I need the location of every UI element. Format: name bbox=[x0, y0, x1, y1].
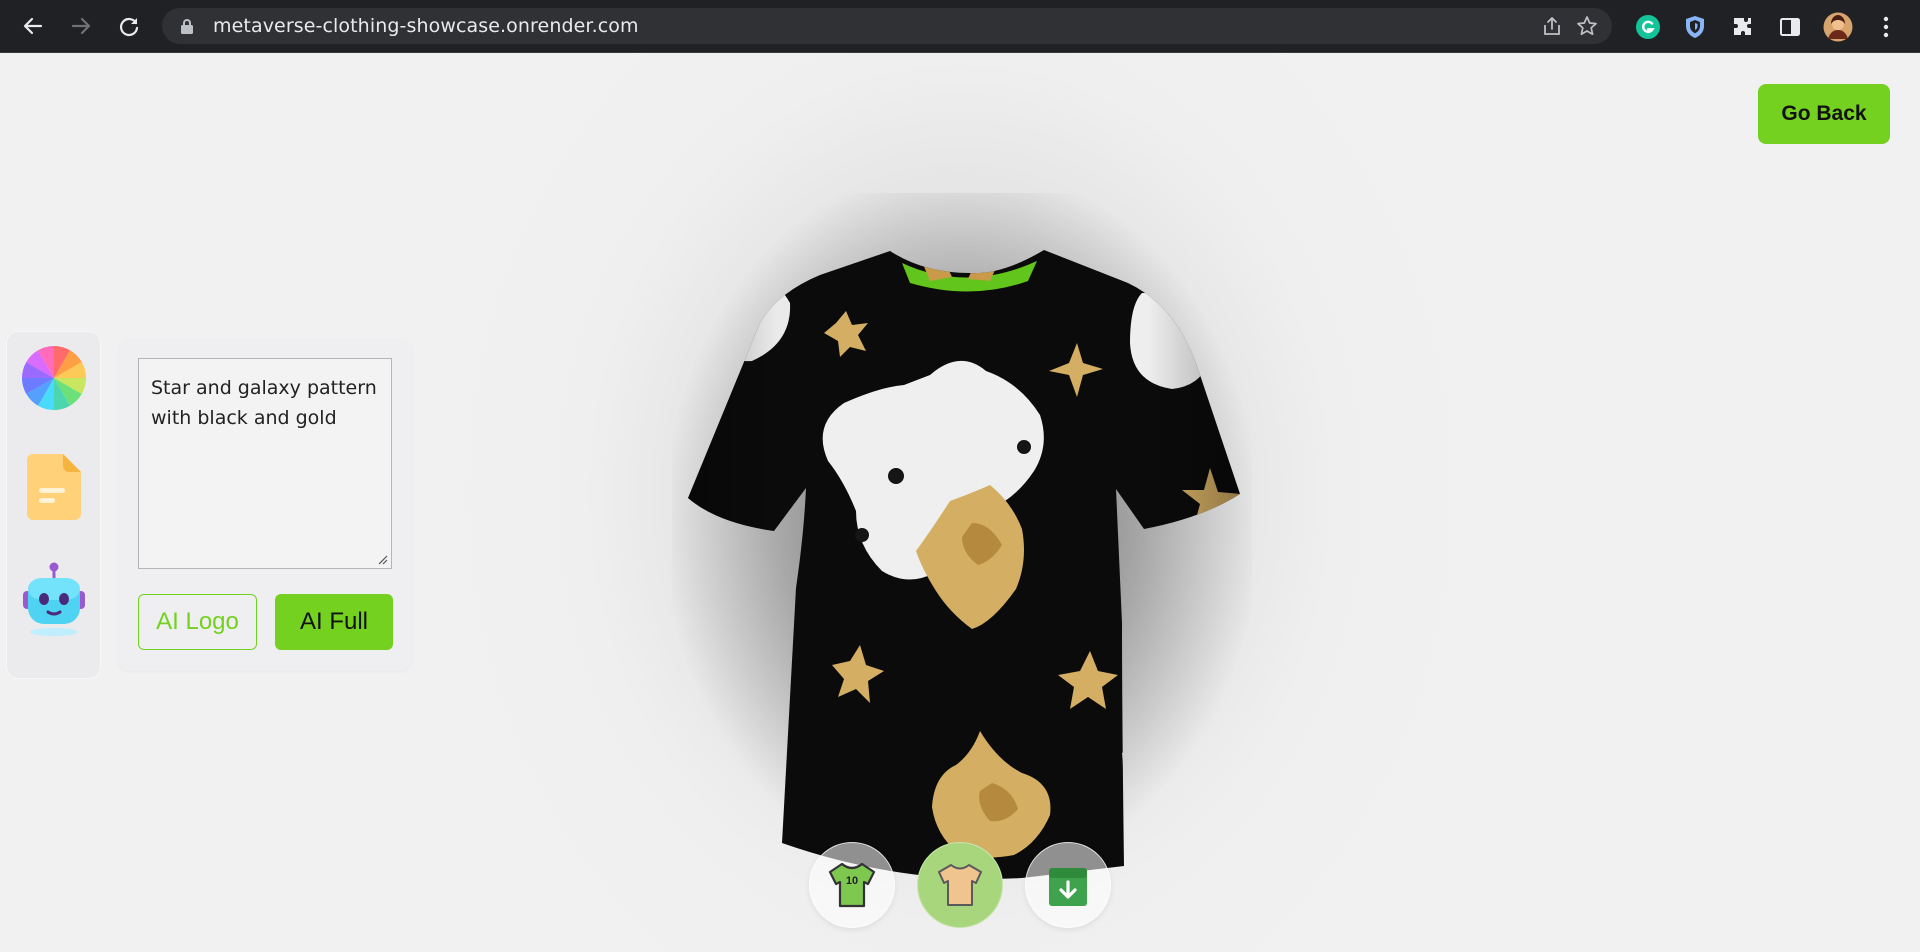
jersey-number: 10 bbox=[846, 875, 858, 887]
tshirt-model bbox=[662, 163, 1262, 883]
forward-button[interactable] bbox=[63, 8, 99, 44]
tshirt-icon bbox=[938, 864, 982, 906]
star-icon[interactable] bbox=[1575, 14, 1599, 38]
reload-icon bbox=[119, 17, 139, 37]
arrow-right-icon bbox=[71, 17, 91, 35]
arrow-left-icon bbox=[23, 17, 43, 35]
shirt-3d-view[interactable] bbox=[662, 163, 1262, 893]
file-icon bbox=[27, 454, 81, 520]
ai-full-button[interactable]: AI Full bbox=[275, 594, 393, 650]
color-wheel-icon bbox=[22, 346, 86, 410]
grammarly-icon[interactable] bbox=[1633, 12, 1663, 42]
puzzle-icon[interactable] bbox=[1728, 12, 1758, 42]
color-picker-tab[interactable] bbox=[21, 343, 87, 413]
tool-rail bbox=[6, 331, 101, 679]
ai-prompt-panel: AI Logo AI Full bbox=[118, 339, 412, 671]
ai-prompt-input[interactable] bbox=[138, 358, 392, 569]
full-texture-tab[interactable] bbox=[917, 842, 1003, 928]
resize-grip-icon[interactable] bbox=[376, 553, 388, 565]
url-text[interactable]: metaverse-clothing-showcase.onrender.com bbox=[213, 8, 639, 44]
ai-logo-button[interactable]: AI Logo bbox=[138, 594, 257, 650]
logo-shirt-tab[interactable]: 10 bbox=[809, 842, 895, 928]
jersey-icon: 10 bbox=[828, 862, 876, 908]
robot-icon bbox=[23, 562, 85, 636]
go-back-button[interactable]: Go Back bbox=[1758, 84, 1890, 144]
address-bar[interactable]: metaverse-clothing-showcase.onrender.com bbox=[162, 8, 1612, 44]
download-box-icon bbox=[1049, 868, 1087, 906]
lock-icon[interactable] bbox=[180, 18, 194, 39]
share-icon[interactable] bbox=[1540, 14, 1564, 38]
shield-icon[interactable] bbox=[1680, 12, 1710, 42]
side-panel-icon[interactable] bbox=[1775, 12, 1805, 42]
back-button[interactable] bbox=[15, 8, 51, 44]
reload-button[interactable] bbox=[111, 8, 147, 44]
file-picker-tab[interactable] bbox=[21, 452, 87, 522]
download-tab[interactable] bbox=[1025, 842, 1111, 928]
kebab-menu-icon[interactable] bbox=[1871, 12, 1901, 42]
avatar[interactable] bbox=[1823, 12, 1853, 42]
ai-picker-tab[interactable] bbox=[21, 562, 87, 636]
browser-toolbar: metaverse-clothing-showcase.onrender.com bbox=[0, 0, 1920, 53]
canvas-viewport: Go Back Star and galaxy pattern with bla… bbox=[0, 53, 1920, 952]
